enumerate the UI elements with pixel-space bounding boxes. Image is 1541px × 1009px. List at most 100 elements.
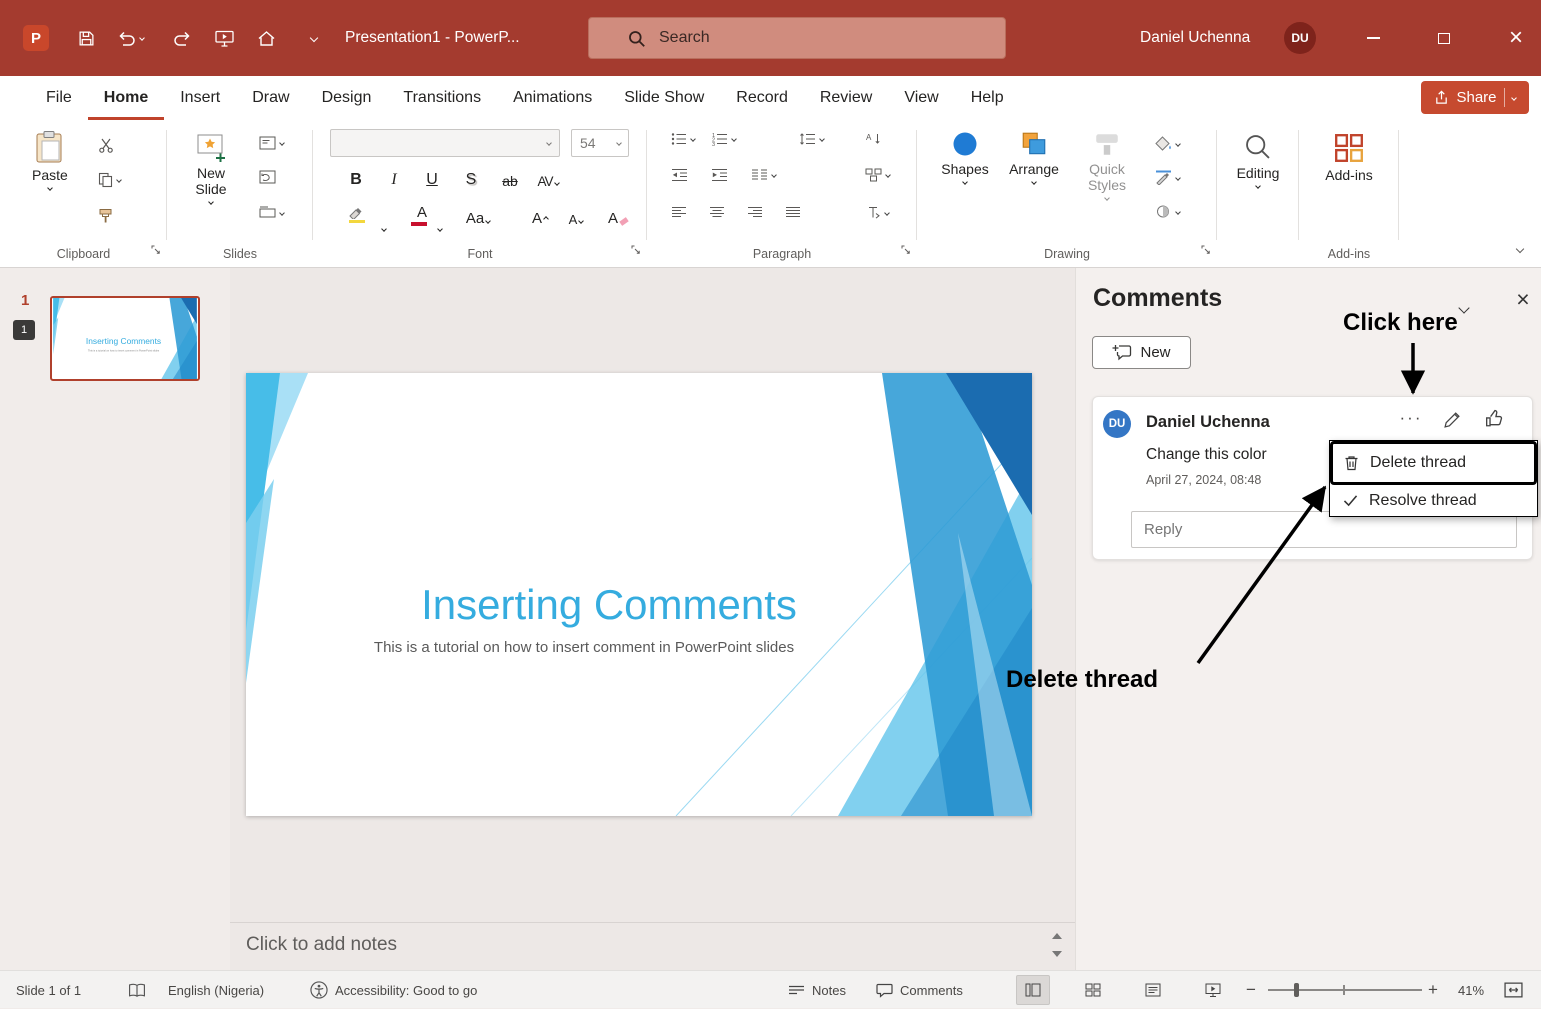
slide-thumbnail[interactable]: Inserting Comments This is a tutorial on…	[50, 296, 200, 381]
decrease-indent-button[interactable]	[671, 168, 688, 182]
font-size-combo[interactable]: 54	[571, 129, 629, 157]
slide-sorter-view-button[interactable]	[1076, 975, 1110, 1005]
zoom-in-button[interactable]: +	[1428, 971, 1438, 1009]
account-name[interactable]: Daniel Uchenna	[1140, 0, 1250, 76]
tab-record[interactable]: Record	[720, 76, 804, 120]
justify-button[interactable]	[785, 206, 801, 219]
convert-to-smartart-button[interactable]	[865, 168, 891, 182]
save-button[interactable]	[68, 0, 104, 76]
edit-comment-icon[interactable]	[1443, 411, 1461, 434]
bold-button[interactable]: B	[343, 164, 369, 192]
drawing-dialog-launcher-icon[interactable]	[1201, 242, 1211, 260]
tab-file[interactable]: File	[30, 76, 88, 120]
redo-button[interactable]	[164, 0, 200, 76]
font-color-button[interactable]: A	[401, 202, 427, 230]
numbering-button[interactable]: 123	[711, 132, 737, 146]
tab-design[interactable]: Design	[306, 76, 388, 120]
addins-button[interactable]: Add-ins	[1319, 132, 1379, 183]
font-color-chevron[interactable]	[427, 206, 453, 234]
format-painter-button[interactable]	[98, 208, 113, 224]
shape-fill-button[interactable]	[1155, 136, 1181, 151]
spell-check-icon[interactable]	[128, 971, 146, 1009]
scroll-down-button[interactable]	[1048, 946, 1066, 964]
collapse-ribbon-icon[interactable]	[1515, 239, 1525, 257]
bullets-button[interactable]	[671, 132, 696, 146]
search-input[interactable]	[659, 19, 994, 57]
minimize-button[interactable]	[1350, 0, 1396, 76]
increase-indent-button[interactable]	[711, 168, 728, 182]
line-spacing-button[interactable]	[799, 132, 825, 146]
text-shadow-button[interactable]: S	[458, 164, 484, 192]
align-right-button[interactable]	[747, 206, 763, 219]
align-left-button[interactable]	[671, 206, 687, 219]
sort-button[interactable]: A	[865, 132, 882, 146]
search-bar[interactable]	[588, 17, 1006, 59]
align-center-button[interactable]	[709, 206, 725, 219]
quick-styles-button[interactable]: Quick Styles	[1075, 130, 1139, 202]
copy-button[interactable]	[98, 172, 122, 188]
fit-slide-to-window-button[interactable]	[1504, 971, 1523, 1009]
slide-indicator[interactable]: Slide 1 of 1	[16, 971, 81, 1009]
columns-button[interactable]	[751, 168, 777, 182]
customize-toolbar-icon[interactable]	[296, 0, 332, 76]
menu-item-resolve-thread[interactable]: Resolve thread	[1330, 485, 1537, 516]
slide-subtitle[interactable]: This is a tutorial on how to insert comm…	[246, 639, 922, 656]
account-avatar[interactable]: DU	[1284, 22, 1316, 54]
like-comment-icon[interactable]	[1485, 409, 1504, 433]
text-direction-button[interactable]	[865, 206, 890, 219]
comment-more-actions-icon[interactable]: ···	[1395, 405, 1427, 431]
zoom-level[interactable]: 41%	[1458, 971, 1484, 1009]
start-slideshow-button[interactable]	[206, 0, 242, 76]
scroll-up-button[interactable]	[1048, 926, 1066, 944]
tab-insert[interactable]: Insert	[164, 76, 236, 120]
underline-button[interactable]: U	[419, 164, 445, 192]
shape-outline-button[interactable]	[1155, 170, 1181, 185]
maximize-button[interactable]	[1421, 0, 1467, 76]
share-button[interactable]: Share	[1421, 81, 1529, 114]
tab-help[interactable]: Help	[955, 76, 1020, 120]
notes-toggle[interactable]: Notes	[788, 971, 846, 1009]
tab-review[interactable]: Review	[804, 76, 888, 120]
home-button[interactable]	[248, 0, 284, 76]
reset-slide-button[interactable]	[259, 170, 276, 184]
grow-font-button[interactable]: A	[527, 202, 553, 230]
section-button[interactable]	[259, 206, 285, 220]
editing-button[interactable]: Editing	[1231, 132, 1285, 189]
paste-button[interactable]: Paste	[32, 130, 68, 191]
shrink-font-button[interactable]: A	[563, 202, 589, 230]
font-dialog-launcher-icon[interactable]	[631, 242, 641, 260]
notes-divider[interactable]	[230, 922, 1075, 923]
tab-transitions[interactable]: Transitions	[387, 76, 497, 120]
character-spacing-button[interactable]: AV	[535, 164, 561, 192]
slideshow-view-button[interactable]	[1196, 975, 1230, 1005]
zoom-out-button[interactable]: −	[1246, 971, 1256, 1009]
zoom-slider-thumb[interactable]	[1294, 983, 1299, 997]
accessibility-checker[interactable]: Accessibility: Good to go	[310, 971, 477, 1009]
arrange-button[interactable]: Arrange	[1003, 130, 1065, 185]
clipboard-dialog-launcher-icon[interactable]	[151, 242, 161, 260]
tab-view[interactable]: View	[888, 76, 954, 120]
language-selector[interactable]: English (Nigeria)	[168, 971, 264, 1009]
font-name-combo[interactable]	[330, 129, 560, 157]
tab-animations[interactable]: Animations	[497, 76, 608, 120]
undo-button[interactable]	[108, 0, 152, 76]
share-chevron-icon[interactable]	[1510, 94, 1517, 101]
tab-home[interactable]: Home	[88, 76, 164, 120]
close-comments-icon[interactable]: ×	[1510, 286, 1536, 312]
shapes-button[interactable]: Shapes	[937, 130, 993, 185]
new-comment-button[interactable]: New	[1092, 336, 1191, 369]
highlight-color-button[interactable]	[339, 202, 365, 230]
reply-input[interactable]	[1132, 512, 1516, 547]
reading-view-button[interactable]	[1136, 975, 1170, 1005]
paragraph-dialog-launcher-icon[interactable]	[901, 242, 911, 260]
notes-placeholder[interactable]: Click to add notes	[246, 934, 397, 956]
menu-item-delete-thread[interactable]: Delete thread	[1330, 441, 1537, 485]
comments-toggle[interactable]: Comments	[876, 971, 963, 1009]
slide-title[interactable]: Inserting Comments	[246, 581, 972, 629]
highlight-chevron[interactable]	[371, 206, 397, 234]
cut-button[interactable]	[98, 138, 114, 153]
layout-button[interactable]	[259, 136, 285, 150]
tab-slide-show[interactable]: Slide Show	[608, 76, 720, 120]
normal-view-button[interactable]	[1016, 975, 1050, 1005]
slide-canvas[interactable]: Inserting Comments This is a tutorial on…	[246, 373, 1032, 816]
